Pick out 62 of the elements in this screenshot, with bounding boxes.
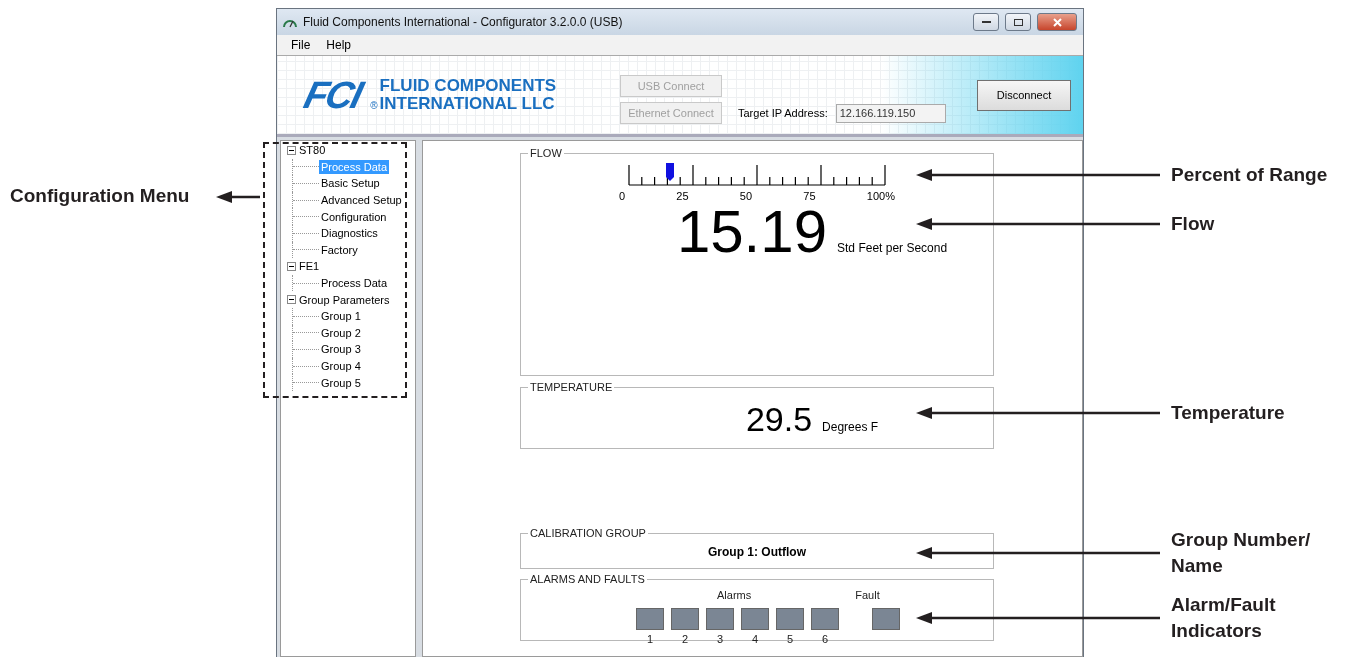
scale-label: 50: [739, 190, 753, 202]
tree-item[interactable]: Factory: [319, 242, 360, 257]
window-title: Fluid Components International - Configurator 3.2.0.0 (USB): [303, 15, 624, 29]
arrow: [216, 190, 260, 204]
maximize-button[interactable]: [1005, 13, 1031, 31]
temperature-value: 29.5: [745, 402, 813, 436]
ip-address-field[interactable]: 12.166.119.150: [835, 103, 946, 123]
collapse-icon[interactable]: [287, 295, 296, 305]
tree-item[interactable]: Group 2: [319, 325, 363, 340]
alarm-number: 6: [821, 633, 829, 645]
group-title: CALIBRATION GROUP: [528, 527, 648, 539]
scale-label: 75: [803, 190, 816, 202]
alarm-number: 2: [681, 633, 689, 645]
scale-label: 100%: [866, 190, 895, 202]
callout-label: Alarm/Fault Indicators: [1171, 593, 1276, 643]
logo-mark: FCI: [299, 73, 366, 117]
tree-node[interactable]: FE1: [299, 260, 320, 273]
group-title: ALARMS AND FAULTS: [528, 573, 647, 585]
tree-item[interactable]: Advanced Setup: [319, 193, 404, 208]
minimize-icon: [981, 20, 991, 24]
tree-item[interactable]: Group 4: [319, 359, 363, 373]
alarm-number: 3: [716, 633, 724, 645]
collapse-icon[interactable]: [287, 261, 296, 271]
callout-label: Temperature: [1171, 401, 1285, 425]
callout-label: Group Number/ Name: [1171, 528, 1311, 578]
alarm-number: 1: [646, 633, 654, 645]
alarm-number: 5: [786, 633, 794, 645]
callout-label: Percent of Range: [1171, 163, 1328, 187]
scale-label: 0: [619, 190, 626, 202]
tree-item[interactable]: Group 5: [319, 375, 363, 390]
close-icon: [1052, 17, 1062, 27]
menu-item[interactable]: Help: [320, 38, 358, 52]
fault-label: Fault: [855, 589, 880, 601]
alarms-label: Alarms: [717, 589, 752, 601]
collapse-icon[interactable]: [287, 145, 296, 155]
tree-item[interactable]: Group 3: [319, 342, 363, 357]
calibration-group-name: Group 1: Outflow: [708, 545, 806, 559]
registered-mark: ®: [370, 99, 378, 111]
minimize-button[interactable]: [973, 13, 999, 31]
group-title: FLOW: [528, 147, 564, 159]
callout-label: Configuration Menu: [10, 184, 190, 208]
disconnect-button[interactable]: Disconnect: [977, 79, 1071, 111]
tree-item[interactable]: Configuration: [319, 209, 389, 224]
logo-text: FLUID COMPONENTS: [379, 76, 557, 95]
logo-text: INTERNATIONAL LLC: [379, 94, 555, 113]
menu-item[interactable]: File: [285, 38, 317, 52]
flow-value: 15.19: [676, 202, 828, 262]
close-button[interactable]: [1037, 13, 1077, 31]
tree-item[interactable]: Group 1: [319, 309, 363, 324]
maximize-icon: [1013, 18, 1023, 26]
flow-unit: Std Feet per Second: [837, 241, 948, 255]
tree-item[interactable]: Basic Setup: [319, 176, 382, 191]
tree-node[interactable]: Group Parameters: [299, 293, 390, 306]
ip-label: Target IP Address:: [738, 107, 828, 119]
alarm-number: 4: [751, 633, 759, 645]
tree-item[interactable]: Diagnostics: [319, 226, 380, 241]
temperature-unit: Degrees F: [822, 420, 879, 434]
scale-label: 25: [676, 190, 689, 202]
tree-node[interactable]: ST80: [299, 144, 326, 157]
callout-label: Flow: [1171, 212, 1215, 236]
tree-item[interactable]: Process Data: [319, 276, 390, 291]
group-title: TEMPERATURE: [528, 381, 615, 393]
